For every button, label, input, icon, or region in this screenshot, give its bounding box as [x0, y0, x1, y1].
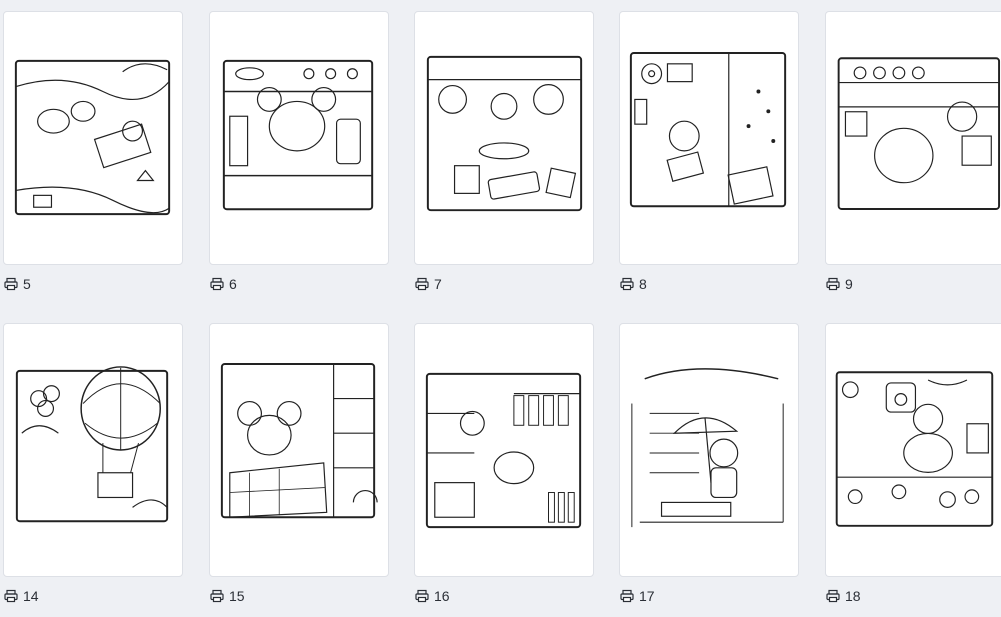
page-count: 6 [229, 276, 237, 292]
music-room-illustration [629, 51, 787, 208]
page-count: 18 [845, 588, 861, 604]
coloring-card-4[interactable] [619, 11, 799, 265]
coloring-card-8[interactable] [414, 323, 594, 577]
page-caption-10: 18 [826, 587, 861, 605]
printer-icon[interactable] [210, 589, 224, 603]
coloring-card-6[interactable] [3, 323, 183, 577]
printer-icon[interactable] [826, 277, 840, 291]
page-count: 15 [229, 588, 245, 604]
coloring-card-10[interactable] [825, 323, 1001, 577]
bedroom-reading-illustration [220, 362, 378, 519]
coloring-page-grid: 5 6 7 8 9 14 15 16 17 18 [0, 0, 1001, 617]
page-caption-1: 5 [4, 275, 31, 293]
page-caption-7: 15 [210, 587, 245, 605]
printer-icon[interactable] [415, 589, 429, 603]
kitchen-shelf-illustration [837, 57, 1001, 210]
rainy-umbrella-illustration [631, 368, 784, 528]
baking-bears-illustration [426, 55, 583, 212]
printer-icon[interactable] [415, 277, 429, 291]
hot-air-balloon-illustration [15, 366, 169, 523]
page-caption-5: 9 [826, 275, 853, 293]
page-caption-8: 16 [415, 587, 450, 605]
clothing-store-illustration [425, 372, 582, 529]
page-caption-3: 7 [415, 275, 442, 293]
page-caption-9: 17 [620, 587, 655, 605]
coloring-card-9[interactable] [619, 323, 799, 577]
printer-icon[interactable] [620, 589, 634, 603]
coloring-card-5[interactable] [825, 11, 1001, 265]
printer-icon[interactable] [4, 589, 18, 603]
printer-icon[interactable] [4, 277, 18, 291]
page-caption-4: 8 [620, 275, 647, 293]
coloring-card-3[interactable] [414, 11, 594, 265]
page-count: 8 [639, 276, 647, 292]
printer-icon[interactable] [826, 589, 840, 603]
coloring-card-7[interactable] [209, 323, 389, 577]
page-caption-6: 14 [4, 587, 39, 605]
page-caption-2: 6 [210, 275, 237, 293]
printer-icon[interactable] [620, 277, 634, 291]
page-count: 7 [434, 276, 442, 292]
cat-cafe-illustration [835, 371, 994, 527]
coloring-card-2[interactable] [209, 11, 389, 265]
fridge-mouse-illustration [222, 59, 374, 211]
page-count: 5 [23, 276, 31, 292]
printer-icon[interactable] [210, 277, 224, 291]
coloring-card-1[interactable] [3, 11, 183, 265]
page-count: 16 [434, 588, 450, 604]
page-count: 9 [845, 276, 853, 292]
page-count: 14 [23, 588, 39, 604]
beach-picnic-illustration [14, 59, 171, 216]
page-count: 17 [639, 588, 655, 604]
